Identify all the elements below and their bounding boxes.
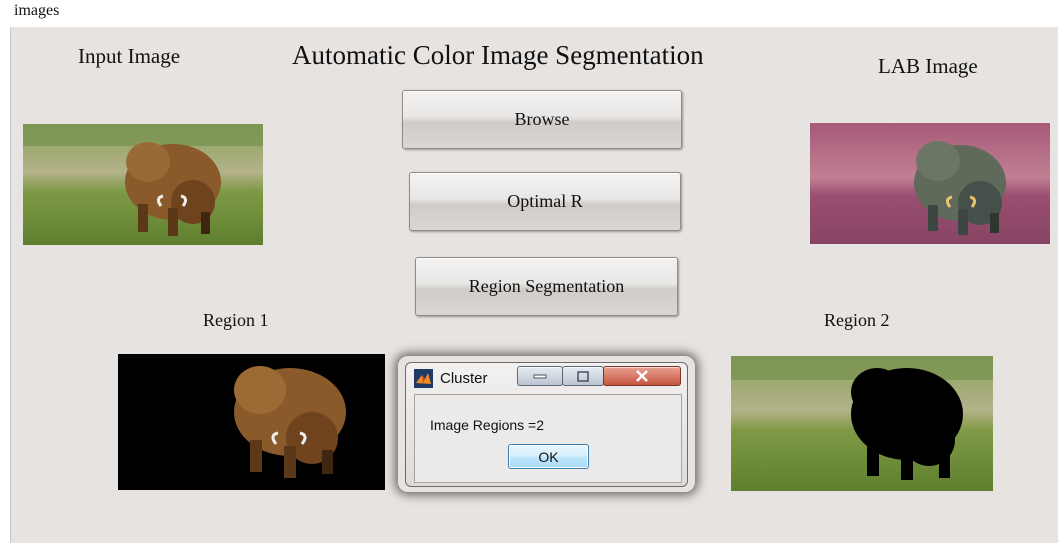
- dialog-title: Cluster: [440, 370, 488, 387]
- dialog-message: Image Regions =2: [430, 417, 545, 433]
- close-button[interactable]: [603, 366, 681, 386]
- region1-image: [118, 354, 385, 490]
- region2-label: Region 2: [824, 310, 890, 330]
- matlab-icon: [414, 369, 433, 388]
- lab-image-label: LAB Image: [878, 54, 978, 78]
- figure-caption: images: [14, 2, 60, 19]
- maximize-icon: [577, 370, 589, 382]
- optimal-r-button[interactable]: Optimal R: [409, 172, 681, 231]
- browse-button[interactable]: Browse: [402, 90, 682, 149]
- maximize-button[interactable]: [562, 366, 604, 386]
- dialog-body: [414, 394, 682, 483]
- close-icon: [636, 370, 648, 382]
- app-title: Automatic Color Image Segmentation: [292, 40, 704, 70]
- region1-label: Region 1: [203, 310, 269, 330]
- region-segmentation-button[interactable]: Region Segmentation: [415, 257, 678, 316]
- minimize-button[interactable]: [517, 366, 563, 386]
- region2-image: [731, 356, 993, 491]
- input-image: [23, 124, 263, 245]
- ok-button[interactable]: OK: [508, 444, 589, 469]
- lab-image: [810, 123, 1050, 244]
- minimize-icon: [533, 374, 547, 379]
- input-image-label: Input Image: [78, 44, 181, 68]
